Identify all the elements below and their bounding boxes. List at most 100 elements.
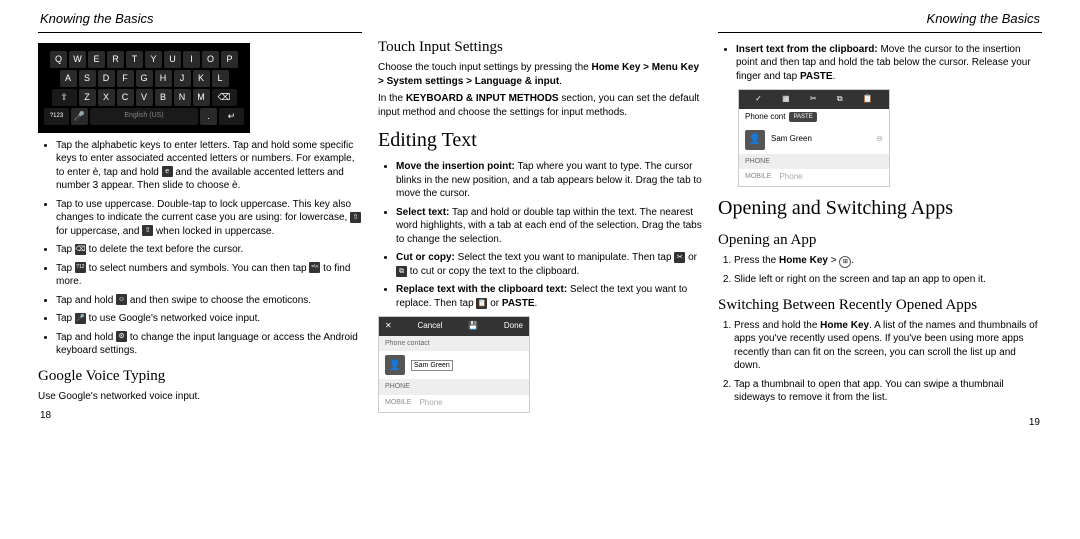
phone-value: Phone (779, 172, 802, 183)
backspace-icon: ⌫ (75, 244, 86, 255)
cut-icon: ✂ (674, 252, 685, 263)
list-item: Select text: Tap and hold or double tap … (396, 206, 702, 247)
page-num-right: 19 (1029, 416, 1040, 430)
opening-app-heading: Opening an App (718, 230, 1042, 250)
page: Knowing the Basics Q W E R T Y U I O P A… (0, 0, 1080, 439)
mobile-label: MOBILE (385, 398, 411, 409)
tis-para1: Choose the touch input settings by press… (378, 61, 702, 88)
done-label: Done (504, 321, 523, 332)
key-a: A (60, 70, 77, 87)
list-item: Tap and hold ☺ and then swipe to choose … (56, 294, 362, 308)
column-3: Knowing the Basics Insert text from the … (710, 10, 1050, 429)
list-item: Tap ?12 to select numbers and symbols. Y… (56, 262, 362, 289)
key-l: L (212, 70, 229, 87)
key-numsym: ?123 (44, 108, 69, 125)
cancel-label: Cancel (417, 321, 442, 332)
key-d: D (98, 70, 115, 87)
contact-card-paste: ✓ ▦ ✂ ⧉ 📋 Phone cont PASTE 👤 Sam Green ⊖… (738, 89, 890, 187)
contact-card-editing: ✕ Cancel 💾 Done Phone contact 👤 Sam Gree… (378, 316, 530, 412)
rule (718, 32, 1042, 33)
paste-icon: 📋 (476, 298, 487, 309)
list-item: Press and hold the Home Key. A list of t… (734, 319, 1042, 373)
list-item: Tap the alphabetic keys to enter letters… (56, 139, 362, 193)
close-icon: ✕ (385, 321, 392, 332)
key-n: N (174, 89, 191, 106)
key-k: K (193, 70, 210, 87)
key-v: V (136, 89, 153, 106)
key-p: P (221, 51, 238, 68)
onscreen-keyboard: Q W E R T Y U I O P A S D F G H J K L (38, 43, 250, 133)
cut-icon: ✂ (810, 94, 817, 105)
key-mic: 🎤 (71, 108, 88, 125)
footer-right: 19 (718, 410, 1042, 430)
key-return: ↵ (219, 108, 244, 125)
google-voice-typing-heading: Google Voice Typing (38, 366, 362, 386)
keyboard-tips-list: Tap the alphabetic keys to enter letters… (38, 139, 362, 358)
key-w: W (69, 51, 86, 68)
phone-label: PHONE (739, 154, 889, 169)
key-b: B (155, 89, 172, 106)
editing-text-heading: Editing Text (378, 127, 702, 154)
list-item: Tap 🎤 to use Google's networked voice in… (56, 312, 362, 326)
more-sym-icon: =\< (309, 262, 320, 273)
key-dot: . (200, 108, 217, 125)
avatar-icon: 👤 (385, 355, 405, 375)
key-backspace: ⌫ (212, 89, 237, 106)
rule (38, 32, 362, 33)
key-f: F (117, 70, 134, 87)
avatar-icon: 👤 (745, 130, 765, 150)
key-e: E (88, 51, 105, 68)
list-item: Insert text from the clipboard: Move the… (736, 43, 1042, 84)
key-h: H (155, 70, 172, 87)
key-u: U (164, 51, 181, 68)
key-m: M (193, 89, 210, 106)
settings-icon: ⚙ (116, 331, 127, 342)
key-z: Z (79, 89, 96, 106)
list-item: Press the Home Key > ⊞. (734, 254, 1042, 268)
key-y: Y (145, 51, 162, 68)
switching-list: Press and hold the Home Key. A list of t… (718, 319, 1042, 405)
header-row-right: Knowing the Basics (718, 10, 1042, 32)
page-num-left: 18 (40, 409, 51, 423)
save-icon: 💾 (468, 321, 478, 332)
key-shift: ⇧ (52, 89, 77, 106)
phone-value: Phone (419, 398, 442, 409)
contact-title: Phone contact (379, 336, 529, 351)
emoticon-icon: ☺ (116, 294, 127, 305)
phone-label: PHONE (379, 379, 529, 394)
touch-input-settings-heading: Touch Input Settings (378, 37, 702, 57)
tis-para2: In the KEYBOARD & INPUT METHODS section,… (378, 92, 702, 119)
list-item: Tap and hold ⚙ to change the input langu… (56, 331, 362, 358)
key-g: G (136, 70, 153, 87)
key-x: X (98, 89, 115, 106)
list-item: Replace text with the clipboard text: Se… (396, 283, 702, 310)
column-1: Knowing the Basics Q W E R T Y U I O P A… (30, 10, 370, 429)
shift-upper-icon: ⇧ (350, 212, 361, 223)
mobile-label: MOBILE (745, 172, 771, 183)
header-right: Knowing the Basics (927, 10, 1040, 28)
contact-name-selected: Sam Green (411, 360, 453, 371)
opening-app-list: Press the Home Key > ⊞. Slide left or ri… (718, 254, 1042, 287)
list-item: Tap to use uppercase. Double-tap to lock… (56, 198, 362, 239)
key-t: T (126, 51, 143, 68)
check-icon: ✓ (755, 94, 762, 105)
e-key-icon: e (162, 166, 173, 177)
mic-icon: 🎤 (75, 313, 86, 324)
contact-title-cut: Phone cont (745, 112, 785, 123)
header-left: Knowing the Basics (40, 10, 153, 28)
list-item: Tap ⌫ to delete the text before the curs… (56, 243, 362, 257)
list-item: Tap a thumbnail to open that app. You ca… (734, 378, 1042, 405)
select-all-icon: ▦ (782, 94, 790, 105)
key-o: O (202, 51, 219, 68)
header-row-left: Knowing the Basics (38, 10, 362, 32)
switching-heading: Switching Between Recently Opened Apps (718, 295, 1042, 315)
paste-toolbar-icon: 📋 (863, 94, 873, 105)
key-q: Q (50, 51, 67, 68)
clear-icon: ⊖ (876, 134, 883, 145)
copy-icon: ⧉ (396, 266, 407, 277)
opening-switching-heading: Opening and Switching Apps (718, 195, 1042, 222)
apps-icon: ⊞ (839, 256, 851, 268)
key-s: S (79, 70, 96, 87)
key-c: C (117, 89, 134, 106)
key-r: R (107, 51, 124, 68)
